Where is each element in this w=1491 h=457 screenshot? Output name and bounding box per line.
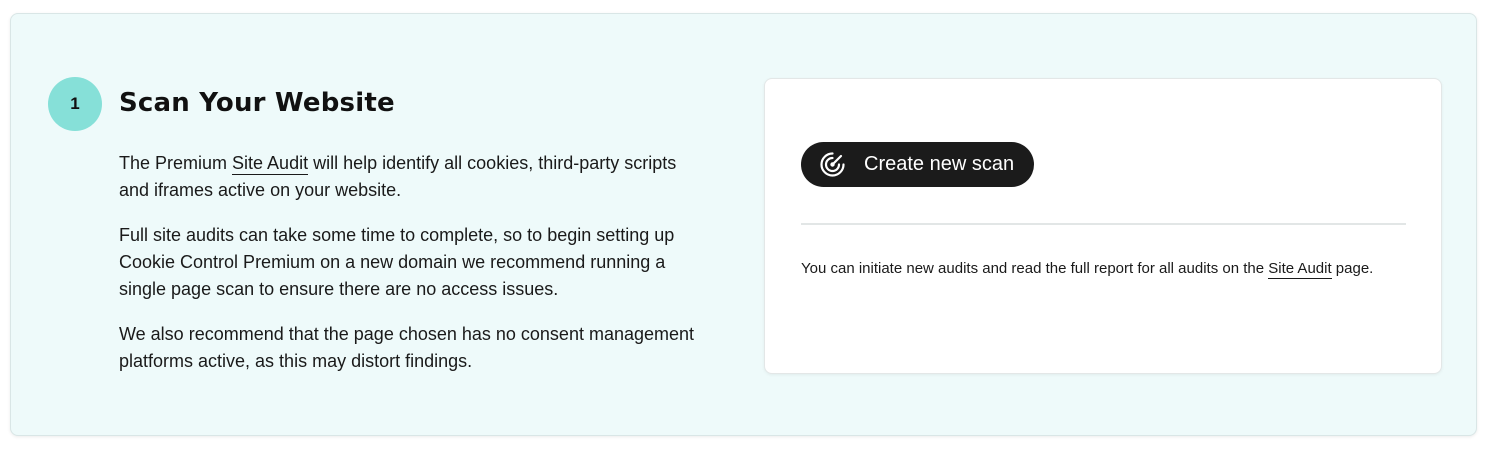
create-new-scan-button[interactable]: Create new scan (801, 142, 1035, 187)
paragraph-consent-advice: We also recommend that the page chosen h… (119, 324, 695, 371)
paragraph-intro: The Premium Site Audit will help identif… (119, 150, 709, 204)
site-audit-note-text-end: page. (1331, 260, 1374, 277)
step-number-badge: 1 (48, 77, 102, 131)
paragraph-scan-advice: Full site audits can take some time to c… (119, 225, 675, 299)
site-audit-note: You can initiate new audits and read the… (801, 260, 1374, 279)
card-divider (801, 223, 1406, 225)
radar-icon (819, 151, 846, 178)
step-description: The Premium Site Audit will help identif… (119, 150, 709, 393)
paragraph-intro-text-start: The Premium (119, 153, 233, 173)
scan-card: Create new scan You can initiate new aud… (764, 78, 1442, 374)
create-new-scan-label: Create new scan (864, 153, 1015, 175)
step-title: Scan Your Website (119, 88, 395, 118)
site-audit-page-link[interactable]: Site Audit (1268, 260, 1332, 279)
site-audit-link[interactable]: Site Audit (232, 153, 309, 175)
site-audit-note-text-start: You can initiate new audits and read the… (801, 260, 1269, 277)
step-panel: 1 Scan Your Website The Premium Site Aud… (10, 13, 1477, 436)
